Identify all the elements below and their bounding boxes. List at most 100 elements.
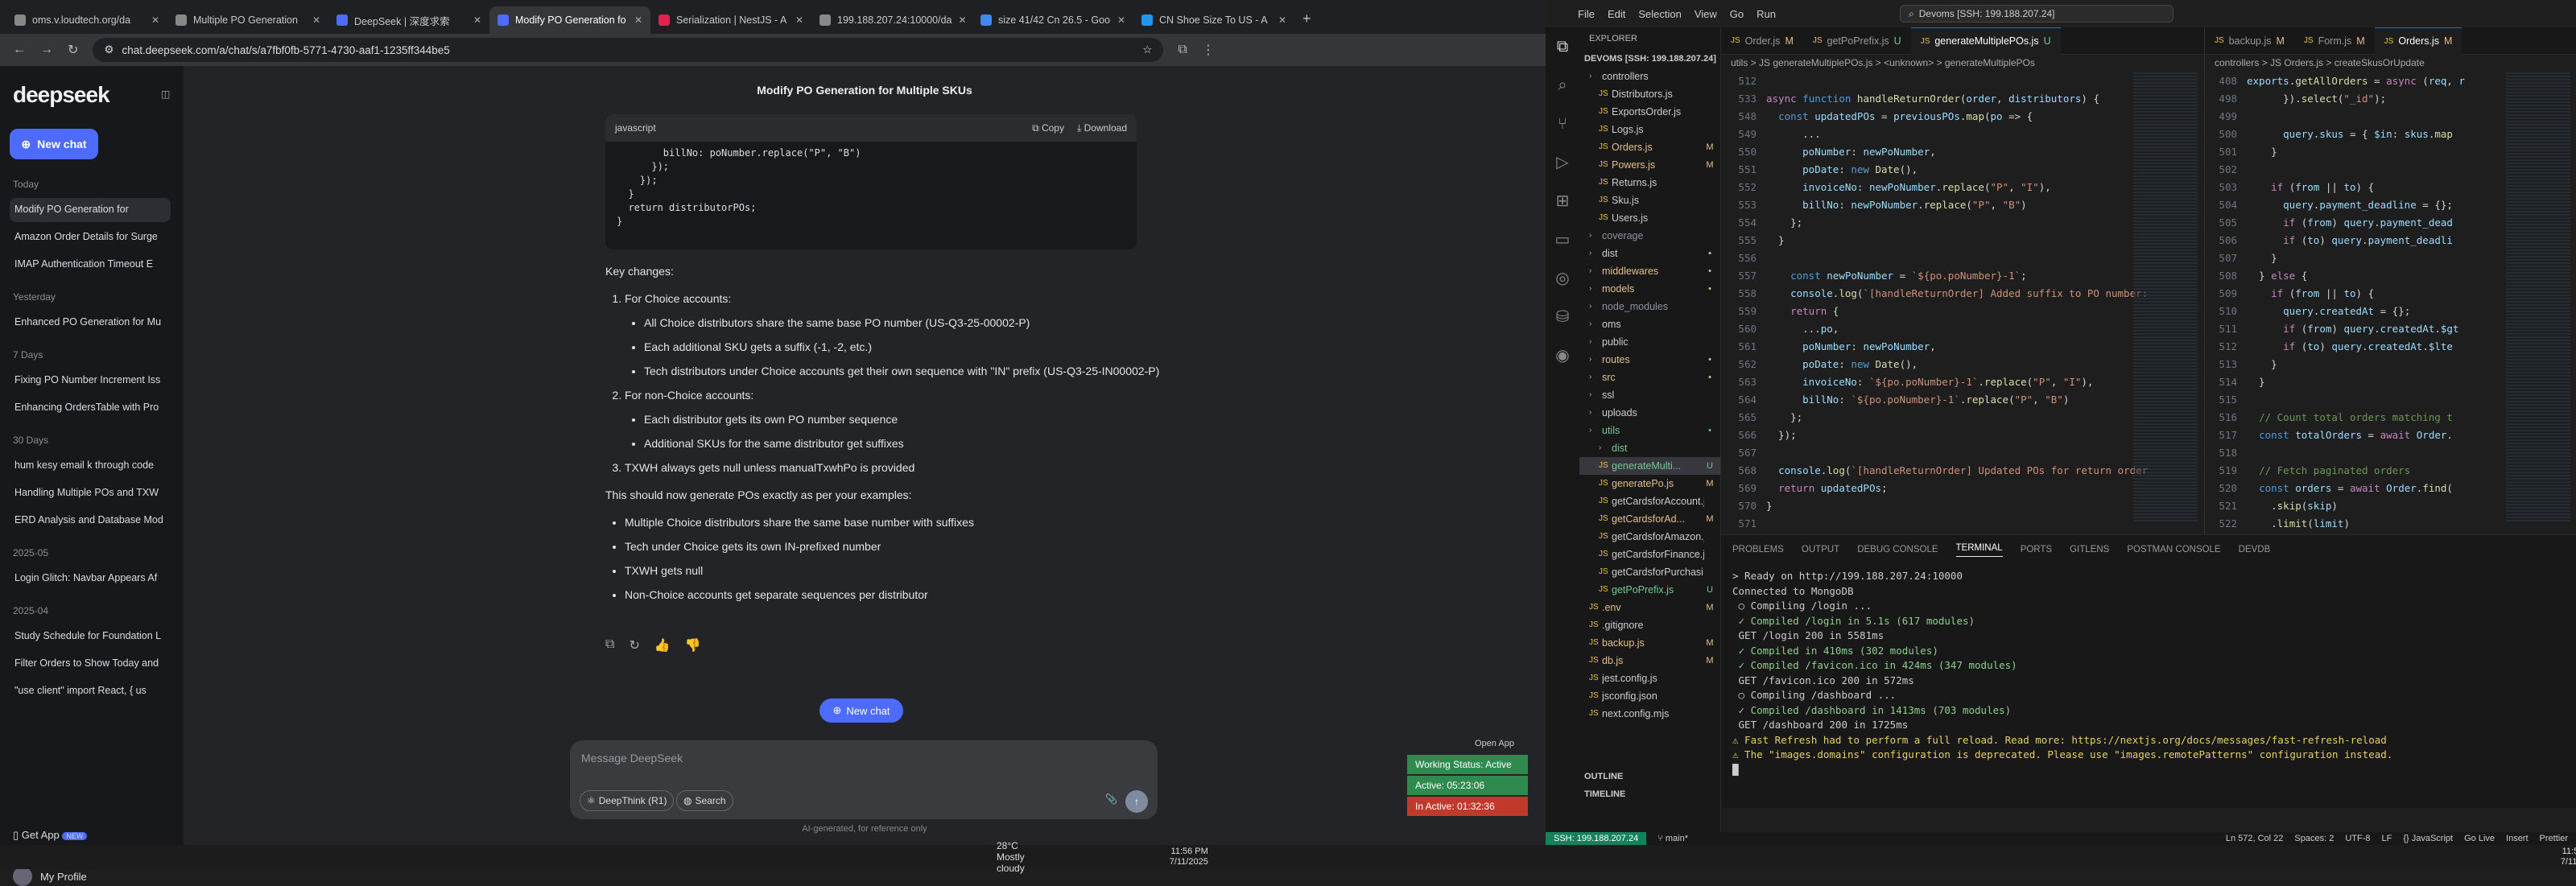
minimap[interactable] [2133, 72, 2198, 523]
menu-item[interactable]: File [1578, 8, 1595, 20]
new-chat-floating-button[interactable]: ⊕ New chat [819, 698, 903, 723]
status-item[interactable]: Go Live [2464, 834, 2495, 843]
status-item[interactable]: UTF-8 [2345, 834, 2370, 843]
browser-tab[interactable]: oms.v.loudtech.org/da ✕ [6, 6, 167, 34]
editor-tab[interactable]: JS Order.js M [1721, 27, 1803, 55]
folder-item[interactable]: › controllers [1579, 68, 1720, 85]
run-debug-icon[interactable]: ▷ [1546, 143, 1579, 182]
close-tab-icon[interactable]: ✕ [1278, 14, 1286, 26]
editor-tab[interactable]: JS getPoPrefix.js U [1803, 27, 1911, 55]
history-item[interactable]: Study Schedule for Foundation L [10, 624, 171, 649]
panel-tab[interactable]: OUTPUT [1802, 545, 1839, 554]
get-app-link[interactable]: ▯ Get App NEW [13, 829, 88, 842]
history-item[interactable]: Filter Orders to Show Today and [10, 652, 171, 676]
message-input[interactable]: Message DeepSeek [581, 752, 683, 764]
message-input-box[interactable]: Message DeepSeek ⚛ DeepThink (R1) ◍ Search… [570, 740, 1158, 819]
file-item[interactable]: JS Orders.js M [1579, 138, 1720, 156]
file-item[interactable]: JS Logs.js [1579, 121, 1720, 138]
new-tab-icon[interactable]: + [1302, 10, 1311, 27]
menu-item[interactable]: Edit [1608, 8, 1625, 20]
menu-item[interactable]: View [1695, 8, 1717, 20]
close-tab-icon[interactable]: ✕ [634, 14, 642, 26]
browser-tab[interactable]: CN Shoe Size To US - A ✕ [1133, 6, 1294, 34]
history-item[interactable]: hum kesy email k through code [10, 454, 171, 478]
source-control-icon[interactable]: ⑂ [1546, 105, 1579, 143]
folder-item[interactable]: › node_modules [1579, 298, 1720, 315]
search-toggle[interactable]: ◍ Search [676, 790, 733, 811]
url-bar[interactable]: ⚙ chat.deepseek.com/a/chat/s/a7fbf0fb-57… [93, 38, 1164, 62]
history-item[interactable]: IMAP Authentication Timeout E [10, 253, 171, 277]
file-item[interactable]: JS getCardsforFinance.js [1579, 546, 1720, 563]
profile-link[interactable]: My Profile [13, 867, 87, 886]
history-item[interactable]: "use client" import React, { us [10, 679, 171, 703]
gitlens-icon[interactable]: ◎ [1546, 259, 1579, 298]
browser-tab[interactable]: Modify PO Generation fo ✕ [489, 6, 650, 34]
file-item[interactable]: JS jest.config.js [1579, 670, 1720, 687]
command-center[interactable]: ⌕ Devoms [SSH: 199.188.207.24] [1900, 5, 2174, 23]
file-item[interactable]: JS getCardsforAccount.js [1579, 492, 1720, 510]
clock[interactable]: 11:56 PM7/11/2025 [2561, 847, 2576, 867]
attach-icon[interactable]: 📎 [1105, 793, 1117, 805]
file-item[interactable]: JS generatePo.js M [1579, 475, 1720, 492]
browser-tab[interactable]: Multiple PO Generation ✕ [167, 6, 328, 34]
timeline-section[interactable]: TIMELINE [1579, 785, 1630, 803]
folder-item[interactable]: › public [1579, 333, 1720, 351]
panel-tab[interactable]: PORTS [2021, 545, 2052, 554]
thumbs-up-icon[interactable]: 👍 [654, 637, 671, 653]
file-item[interactable]: JS Users.js [1579, 209, 1720, 227]
folder-item[interactable]: › src • [1579, 369, 1720, 386]
menu-item[interactable]: Selection [1638, 8, 1681, 20]
history-item[interactable]: Modify PO Generation for [10, 198, 171, 222]
folder-item[interactable]: › coverage [1579, 227, 1720, 245]
file-item[interactable]: JS getPoPrefix.js U [1579, 581, 1720, 599]
panel-tab[interactable]: POSTMAN CONSOLE [2127, 545, 2220, 554]
extensions-icon[interactable]: ⊞ [1546, 182, 1579, 220]
back-icon[interactable]: ← [13, 43, 26, 57]
history-item[interactable]: Fixing PO Number Increment Iss [10, 369, 171, 393]
reload-icon[interactable]: ↻ [68, 42, 78, 58]
file-item[interactable]: JS next.config.mjs [1579, 705, 1720, 723]
panel-tab[interactable]: GITLENS [2070, 545, 2109, 554]
file-item[interactable]: JS getCardsforPurchasi... [1579, 563, 1720, 581]
folder-item[interactable]: › middlewares • [1579, 262, 1720, 280]
menu-item[interactable]: Run [1757, 8, 1776, 20]
folder-item[interactable]: › oms [1579, 315, 1720, 333]
status-item[interactable]: Ln 572, Col 22 [2226, 834, 2284, 843]
search-icon[interactable]: ⌕ [1546, 66, 1579, 105]
close-tab-icon[interactable]: ✕ [795, 14, 803, 26]
history-item[interactable]: ERD Analysis and Database Mod [10, 509, 171, 533]
status-item[interactable]: Spaces: 2 [2294, 834, 2334, 843]
folder-item[interactable]: › routes • [1579, 351, 1720, 369]
panel-tab[interactable]: TERMINAL [1955, 543, 2003, 557]
folder-item[interactable]: › uploads [1579, 404, 1720, 422]
code-editor[interactable]: async function handleReturnOrder(order, … [1766, 72, 2148, 586]
file-item[interactable]: JS backup.js M [1579, 634, 1720, 652]
send-button[interactable]: ↑ [1125, 790, 1148, 813]
clock[interactable]: 11:56 PM7/11/2025 [1170, 847, 1208, 867]
regenerate-icon[interactable]: ↻ [629, 637, 639, 653]
site-info-icon[interactable]: ⚙ [104, 43, 114, 56]
outline-section[interactable]: OUTLINE [1579, 768, 1628, 785]
file-item[interactable]: JS generateMulti... U [1579, 457, 1720, 475]
panel-tab[interactable]: PROBLEMS [1732, 545, 1784, 554]
close-tab-icon[interactable]: ✕ [1117, 14, 1125, 26]
status-item[interactable]: LF [2381, 834, 2392, 843]
extensions-icon[interactable]: ⧉ [1178, 43, 1187, 57]
file-item[interactable]: JS db.js M [1579, 652, 1720, 670]
branch-status[interactable]: ⑂ main* [1657, 834, 1688, 843]
files-icon[interactable]: ⧉ [1546, 27, 1579, 66]
browser-tab[interactable]: size 41/42 Cn 26.5 - Goo ✕ [972, 6, 1133, 34]
remote-status[interactable]: SSH: 199.188.207.24 [1546, 832, 1647, 845]
code-editor[interactable]: exports.getAllOrders = async (req, r }).… [2247, 72, 2465, 604]
open-app-link[interactable]: Open App [1475, 739, 1514, 748]
forward-icon[interactable]: → [40, 43, 53, 57]
remote-explorer-icon[interactable]: ▭ [1546, 220, 1579, 259]
history-item[interactable]: Amazon Order Details for Surge [10, 225, 171, 249]
folder-item[interactable]: › dist [1579, 439, 1720, 457]
terminal-output[interactable]: > Ready on http://199.188.207.24:10000 Co… [1732, 569, 2392, 777]
close-tab-icon[interactable]: ✕ [473, 14, 481, 26]
workspace-root[interactable]: DEVOMS [SSH: 199.188.207.24] [1579, 50, 1720, 68]
editor-tab[interactable]: JS generateMultiplePOs.js U [1910, 27, 2061, 55]
status-item[interactable]: Prettier [2540, 834, 2568, 843]
editor-tab[interactable]: JS Form.js M [2294, 27, 2375, 55]
